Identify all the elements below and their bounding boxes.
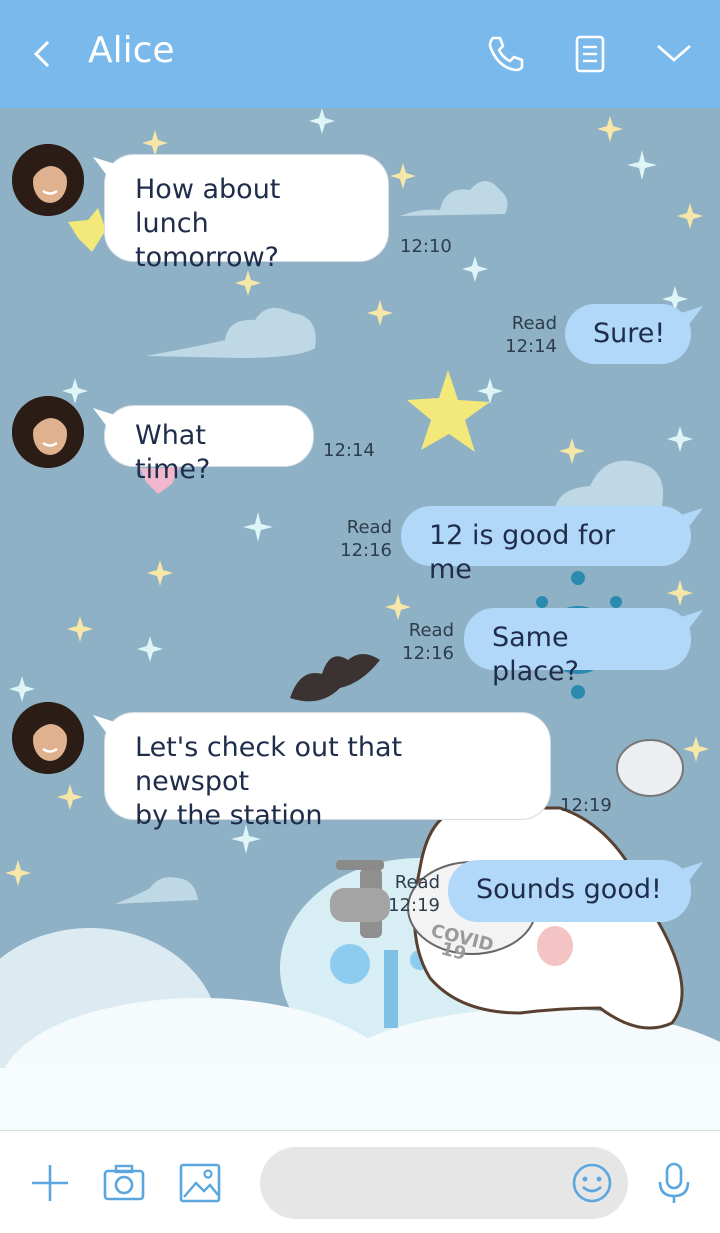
- notes-icon[interactable]: [568, 32, 612, 76]
- message-composer: [0, 1130, 720, 1233]
- avatar[interactable]: [12, 702, 84, 774]
- message-time: 12:16: [340, 540, 392, 561]
- avatar-photo: [12, 702, 84, 774]
- message-text-line: tomorrow?: [135, 242, 279, 273]
- avatar[interactable]: [12, 144, 84, 216]
- image-icon[interactable]: [178, 1161, 222, 1205]
- read-receipt: Read: [408, 620, 454, 641]
- read-receipt: Read: [394, 872, 440, 893]
- read-receipt: Read: [511, 313, 557, 334]
- chevron-left-icon[interactable]: [28, 36, 58, 72]
- message-time: 12:19: [388, 895, 440, 916]
- message-meta: Read 12:16: [340, 516, 392, 562]
- message-time: 12:10: [400, 236, 452, 257]
- message-time: 12:19: [560, 795, 612, 816]
- message-time: 12:14: [505, 336, 557, 357]
- message-text-line: Let's check out that newspot: [135, 732, 403, 797]
- message-text: Sounds good!: [476, 874, 662, 905]
- plus-icon[interactable]: [28, 1161, 72, 1205]
- message-text: Same place?: [492, 622, 579, 687]
- smiley-icon[interactable]: [570, 1161, 614, 1205]
- read-receipt: Read: [346, 517, 392, 538]
- message-bubble-outgoing[interactable]: Sure!: [565, 304, 691, 364]
- message-text: Sure!: [593, 318, 666, 349]
- avatar-photo: [12, 144, 84, 216]
- message-bubble-incoming[interactable]: How about lunch tomorrow?: [104, 154, 389, 273]
- message-input[interactable]: [260, 1147, 628, 1219]
- camera-icon[interactable]: [102, 1161, 146, 1205]
- message-meta: Read 12:14: [505, 312, 557, 358]
- microphone-icon[interactable]: [652, 1161, 696, 1205]
- message-time: 12:16: [402, 643, 454, 664]
- message-time: 12:14: [323, 440, 375, 461]
- message-text-line: by the station: [135, 800, 323, 831]
- message-text-line: How about lunch: [135, 174, 281, 239]
- message-bubble-outgoing[interactable]: Sounds good!: [448, 860, 691, 922]
- avatar[interactable]: [12, 396, 84, 468]
- chevron-down-icon[interactable]: [652, 32, 696, 76]
- message-bubble-incoming[interactable]: Let's check out that newspot by the stat…: [104, 712, 551, 831]
- message-text: What time?: [135, 420, 211, 485]
- avatar-photo: [12, 396, 84, 468]
- message-bubble-incoming[interactable]: What time?: [104, 405, 314, 485]
- message-meta: Read 12:16: [402, 619, 454, 665]
- message-meta: Read 12:19: [388, 871, 440, 917]
- phone-icon[interactable]: [484, 32, 528, 76]
- chat-area[interactable]: COVID 19 How about lunch tomorrow? 12:10…: [0, 108, 720, 1130]
- message-bubble-outgoing[interactable]: 12 is good for me: [401, 506, 691, 585]
- message-bubble-outgoing[interactable]: Same place?: [464, 608, 691, 687]
- chat-header: Alice: [0, 0, 720, 108]
- chat-title: Alice: [88, 30, 175, 71]
